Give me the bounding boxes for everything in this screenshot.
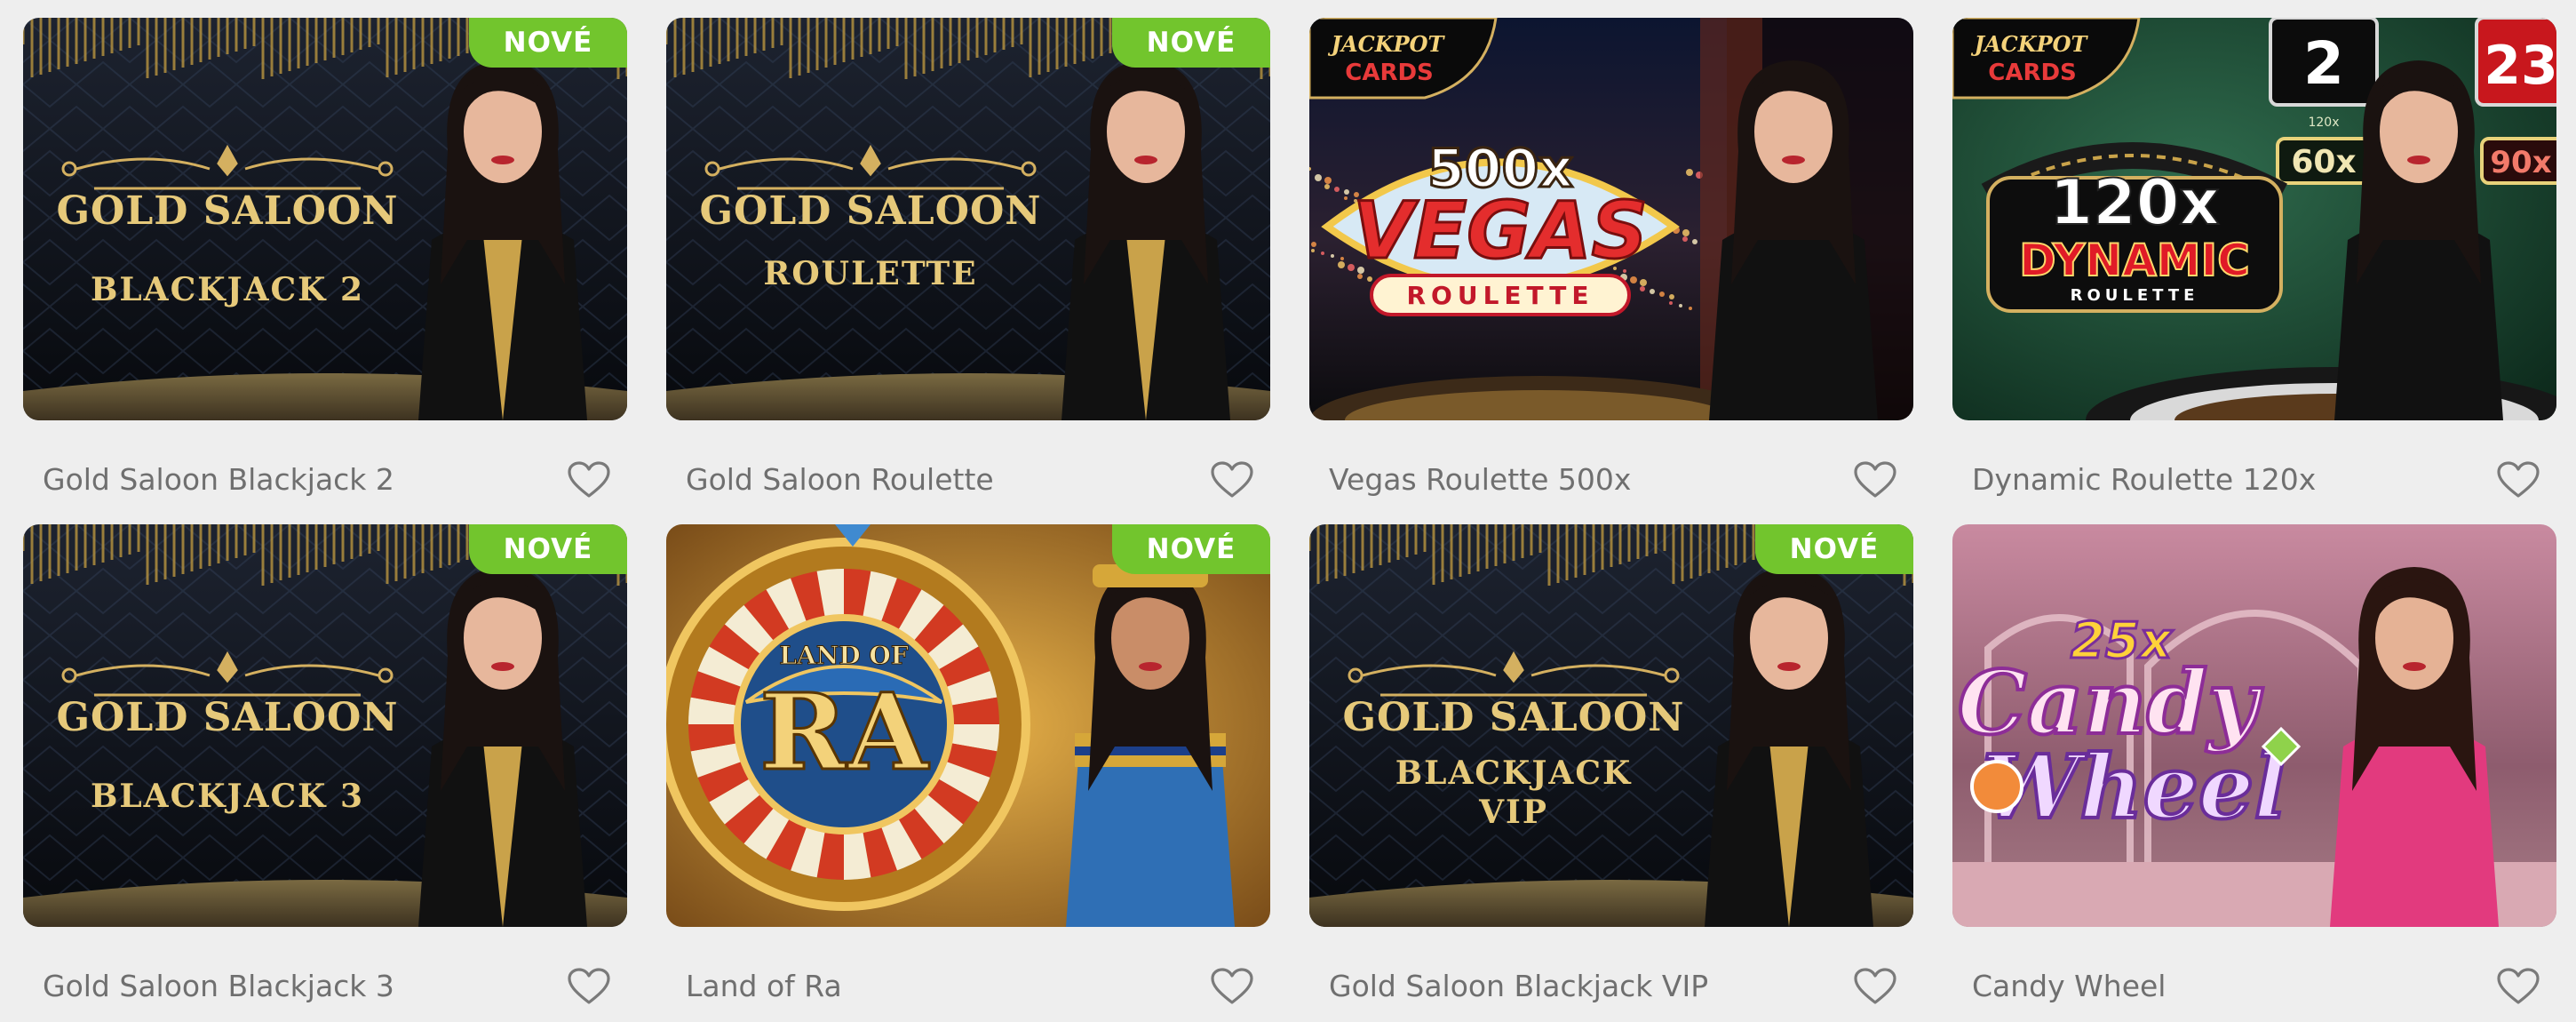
svg-text:DYNAMIC: DYNAMIC xyxy=(2019,235,2250,286)
game-thumbnail[interactable]: GOLD SALOON BLACKJACK 2 NOVÉ xyxy=(23,18,627,420)
game-thumbnail[interactable]: LAND OF RA NOVÉ xyxy=(666,524,1270,927)
game-title[interactable]: Vegas Roulette 500x xyxy=(1329,462,1631,497)
game-card[interactable]: GOLD SALOON BLACKJACK VIP NOVÉ Gold Saloo… xyxy=(1309,524,1913,1022)
game-card[interactable]: GOLD SALOON ROULETTE NOVÉ Gold Saloon Rou… xyxy=(666,18,1270,515)
game-title[interactable]: Gold Saloon Blackjack 3 xyxy=(43,969,394,1003)
game-card[interactable]: JACKPOT CARDS 500x VEGAS ROULETTE Vegas … xyxy=(1309,18,1913,515)
game-thumbnail[interactable]: GOLD SALOON ROULETTE NOVÉ xyxy=(666,18,1270,420)
svg-text:23: 23 xyxy=(2484,35,2556,97)
svg-text:90x: 90x xyxy=(2490,145,2551,180)
game-title[interactable]: Gold Saloon Blackjack 2 xyxy=(43,462,394,497)
svg-text:ROULETTE: ROULETTE xyxy=(2071,286,2199,305)
game-artwork: GOLD SALOON BLACKJACK VIP xyxy=(1309,524,1913,927)
svg-text:VEGAS: VEGAS xyxy=(1353,185,1648,276)
logo-subtitle: ROULETTE xyxy=(763,255,977,292)
game-artwork: GOLD SALOON ROULETTE xyxy=(666,18,1270,420)
game-title[interactable]: Gold Saloon Roulette xyxy=(686,462,994,497)
game-card[interactable]: 25x Candy Wheel Candy Wheel xyxy=(1952,524,2556,1022)
new-badge: NOVÉ xyxy=(1112,524,1270,574)
game-title[interactable]: Land of Ra xyxy=(686,969,842,1003)
logo-subtitle: BLACKJACK 3 xyxy=(91,778,364,815)
svg-text:RA: RA xyxy=(759,670,929,794)
logo-title: GOLD SALOON xyxy=(699,188,1041,234)
game-card[interactable]: LAND OF RA NOVÉ Land of Ra xyxy=(666,524,1270,1022)
favorite-heart-icon[interactable] xyxy=(567,967,611,1006)
game-thumbnail[interactable]: 25x Candy Wheel xyxy=(1952,524,2556,927)
svg-text:JACKPOT: JACKPOT xyxy=(1971,31,2089,57)
svg-text:CARDS: CARDS xyxy=(1988,60,2077,86)
game-card[interactable]: JACKPOT CARDS 2 23 120x 60x 90x 120x DYN… xyxy=(1952,18,2556,515)
logo-title: GOLD SALOON xyxy=(56,188,398,234)
game-title[interactable]: Candy Wheel xyxy=(1972,969,2166,1003)
logo-title: GOLD SALOON xyxy=(1342,695,1684,740)
game-thumbnail[interactable]: JACKPOT CARDS 2 23 120x 60x 90x 120x DYN… xyxy=(1952,18,2556,420)
svg-text:60x: 60x xyxy=(2291,144,2356,180)
svg-text:120x: 120x xyxy=(2308,116,2339,130)
favorite-heart-icon[interactable] xyxy=(1210,460,1254,499)
svg-text:120x: 120x xyxy=(2049,166,2219,239)
game-grid: GOLD SALOON BLACKJACK 2 NOVÉ Gold Saloon … xyxy=(0,0,2576,1015)
svg-text:2: 2 xyxy=(2303,29,2344,98)
new-badge: NOVÉ xyxy=(469,524,627,574)
game-artwork: LAND OF RA xyxy=(666,524,1270,927)
game-artwork: GOLD SALOON BLACKJACK 3 xyxy=(23,524,627,927)
favorite-heart-icon[interactable] xyxy=(1853,967,1897,1006)
game-artwork: 25x Candy Wheel xyxy=(1952,524,2556,927)
game-artwork: JACKPOT CARDS 500x VEGAS ROULETTE xyxy=(1309,18,1913,420)
favorite-heart-icon[interactable] xyxy=(1210,967,1254,1006)
wheel: LAND OF RA xyxy=(666,538,1030,911)
favorite-heart-icon[interactable] xyxy=(2496,460,2540,499)
number-tile: 23 xyxy=(2475,18,2556,107)
new-badge: NOVÉ xyxy=(469,18,627,68)
game-logo: 120x DYNAMIC ROULETTE xyxy=(1981,142,2288,313)
game-artwork: JACKPOT CARDS 2 23 120x 60x 90x 120x DYN… xyxy=(1952,18,2556,420)
svg-text:Wheel: Wheel xyxy=(1982,737,2286,839)
game-title[interactable]: Gold Saloon Blackjack VIP xyxy=(1329,969,1708,1003)
game-thumbnail[interactable]: JACKPOT CARDS 500x VEGAS ROULETTE xyxy=(1309,18,1913,420)
svg-text:ROULETTE: ROULETTE xyxy=(1406,281,1594,310)
logo-subtitle-2: VIP xyxy=(1478,794,1548,831)
new-badge: NOVÉ xyxy=(1112,18,1270,68)
svg-text:CARDS: CARDS xyxy=(1345,60,1434,86)
game-title[interactable]: Dynamic Roulette 120x xyxy=(1972,462,2316,497)
number-tile: 2 xyxy=(2269,18,2379,107)
favorite-heart-icon[interactable] xyxy=(567,460,611,499)
svg-text:LAND OF: LAND OF xyxy=(779,641,908,670)
new-badge: NOVÉ xyxy=(1755,524,1913,574)
game-card[interactable]: GOLD SALOON BLACKJACK 3 NOVÉ Gold Saloon … xyxy=(23,524,627,1022)
favorite-heart-icon[interactable] xyxy=(2496,967,2540,1006)
logo-subtitle: BLACKJACK 2 xyxy=(91,271,364,308)
game-artwork: GOLD SALOON BLACKJACK 2 xyxy=(23,18,627,420)
game-thumbnail[interactable]: GOLD SALOON BLACKJACK VIP NOVÉ xyxy=(1309,524,1913,927)
game-card[interactable]: GOLD SALOON BLACKJACK 2 NOVÉ Gold Saloon … xyxy=(23,18,627,515)
favorite-heart-icon[interactable] xyxy=(1853,460,1897,499)
logo-subtitle: BLACKJACK xyxy=(1395,755,1633,792)
svg-text:JACKPOT: JACKPOT xyxy=(1328,31,1446,57)
game-thumbnail[interactable]: GOLD SALOON BLACKJACK 3 NOVÉ xyxy=(23,524,627,927)
logo-title: GOLD SALOON xyxy=(56,695,398,740)
